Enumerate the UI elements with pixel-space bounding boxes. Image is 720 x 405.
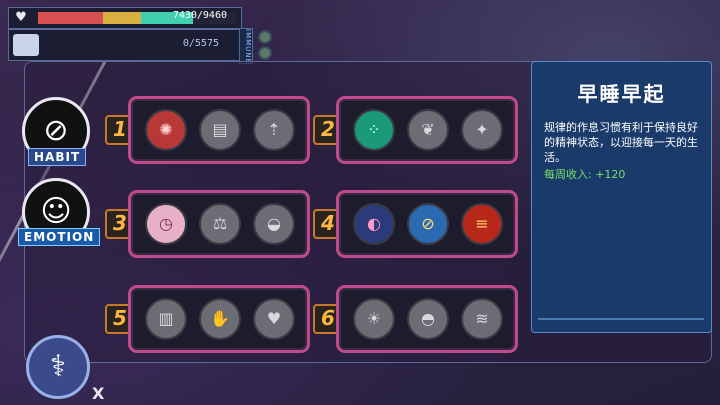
habit-card-1[interactable]: ✺ ▤ ⇡ <box>128 96 310 164</box>
energy-row: 0/5575 <box>8 29 242 61</box>
bin-icon[interactable]: ▥ <box>145 298 187 340</box>
no-drink-icon[interactable]: ⊘ <box>407 203 449 245</box>
health-value: 7430/9460 <box>172 10 227 21</box>
close-button[interactable]: X <box>92 384 104 403</box>
category-emotion-label: EMOTION <box>18 228 101 246</box>
indicator-icon <box>258 30 272 44</box>
muscle-icon[interactable]: ◒ <box>253 203 295 245</box>
habit-card-2[interactable]: ⁘ ❦ ✦ <box>336 96 518 164</box>
habit-info-panel: 早睡早起 规律的作息习惯有利于保持良好的精神状态，以迎接每一天的生活。 每周收入… <box>531 61 712 333</box>
burger-icon[interactable]: ≡ <box>461 203 503 245</box>
steam-icon[interactable]: ≋ <box>461 298 503 340</box>
sunrise-icon[interactable]: ◓ <box>407 298 449 340</box>
habit-description: 规律的作息习惯有利于保持良好的精神状态，以迎接每一天的生活。 <box>544 121 698 164</box>
immune-label: IMMUNE <box>239 28 253 64</box>
dots-icon[interactable]: ⁘ <box>353 109 395 151</box>
insect-icon[interactable]: ✦ <box>461 109 503 151</box>
heart-icon[interactable]: ♥ <box>253 298 295 340</box>
health-segment-yellow <box>103 12 141 24</box>
habit-card-4[interactable]: ◐ ⊘ ≡ <box>336 190 518 258</box>
habit-card-5[interactable]: ▥ ✋ ♥ <box>128 285 310 353</box>
habit-card-3[interactable]: ◷ ⚖ ◒ <box>128 190 310 258</box>
patient-icon <box>13 34 39 56</box>
emblem-icon[interactable]: ⚕ <box>26 335 90 399</box>
mouth-icon[interactable]: ◐ <box>353 203 395 245</box>
health-row: ♥ 7430/9460 <box>8 7 242 29</box>
virus-icon[interactable]: ✺ <box>145 109 187 151</box>
energy-value: 0/5575 <box>182 38 219 49</box>
status-hud: ♥ 7430/9460 0/5575 <box>8 7 242 61</box>
weekly-income: 每周收入: +120 <box>544 168 626 181</box>
indicator-icon <box>258 46 272 60</box>
habit-title: 早睡早起 <box>577 82 666 106</box>
growth-icon[interactable]: ⇡ <box>253 109 295 151</box>
habit-card-6[interactable]: ☀ ◓ ≋ <box>336 285 518 353</box>
person-icon[interactable]: ☀ <box>353 298 395 340</box>
heart-icon: ♥ <box>15 10 27 25</box>
health-segment-red <box>38 12 103 24</box>
glove-icon[interactable]: ✋ <box>199 298 241 340</box>
category-habit-label: HABIT <box>28 148 87 166</box>
divider <box>538 318 704 320</box>
brain-icon[interactable]: ❦ <box>407 109 449 151</box>
books-icon[interactable]: ▤ <box>199 109 241 151</box>
scale-icon[interactable]: ⚖ <box>199 203 241 245</box>
clock-icon[interactable]: ◷ <box>145 203 187 245</box>
